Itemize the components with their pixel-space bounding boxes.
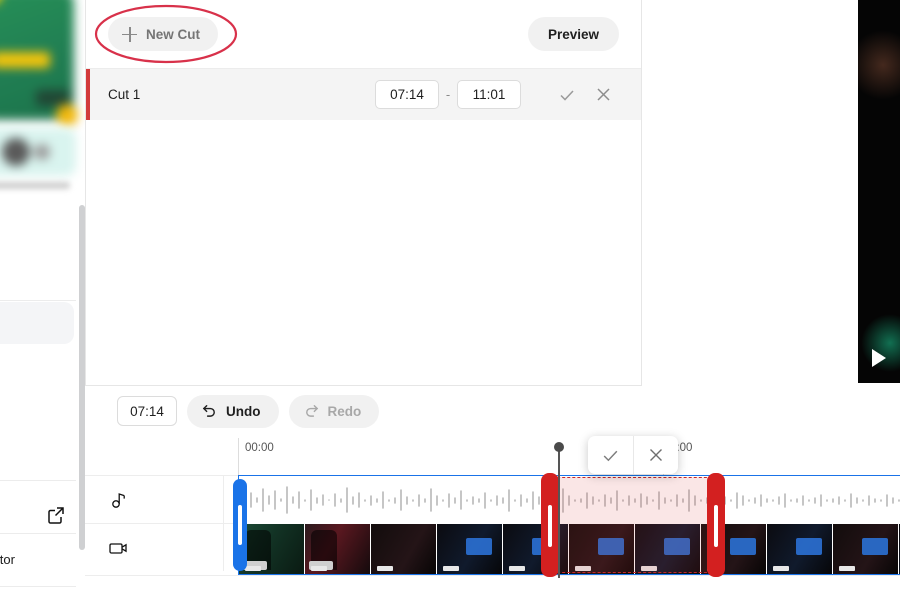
cut-end-time-input[interactable]: 11:01 bbox=[457, 80, 521, 109]
video-editor-screen: ector New Cut Preview Cut 1 07:14 - 11:0… bbox=[0, 0, 900, 600]
selection-handle-left[interactable] bbox=[541, 473, 559, 577]
redo-label: Redo bbox=[327, 403, 362, 419]
video-camera-icon bbox=[85, 538, 153, 558]
cut-name-label: Cut 1 bbox=[108, 87, 141, 102]
preview-button[interactable]: Preview bbox=[527, 17, 619, 51]
cut-list-panel: New Cut Preview Cut 1 07:14 - 11:01 bbox=[85, 0, 642, 386]
selection-handle-right[interactable] bbox=[707, 473, 725, 577]
background-panel-block bbox=[0, 302, 74, 344]
selection-cancel-button[interactable] bbox=[634, 436, 679, 474]
time-range-separator: - bbox=[445, 87, 451, 102]
video-preview-player[interactable] bbox=[858, 0, 900, 383]
cut-selection-region[interactable] bbox=[547, 477, 717, 573]
timeline-ruler[interactable]: 00:00 2:00 bbox=[85, 435, 900, 475]
new-cut-label: New Cut bbox=[146, 26, 200, 42]
selection-confirm-popup bbox=[588, 436, 678, 474]
redo-arrow-icon bbox=[303, 401, 320, 421]
new-cut-button[interactable]: New Cut bbox=[108, 17, 218, 51]
cut-confirm-button[interactable] bbox=[549, 80, 585, 110]
ruler-label-0: 00:00 bbox=[245, 442, 274, 454]
cut-row[interactable]: Cut 1 07:14 - 11:01 bbox=[86, 68, 641, 120]
background-clipped-label: ector bbox=[0, 552, 15, 567]
background-widget bbox=[0, 128, 76, 176]
playhead-marker[interactable] bbox=[554, 442, 564, 578]
background-thumbnail-card bbox=[0, 0, 78, 126]
cut-delete-button[interactable] bbox=[585, 80, 621, 110]
undo-label: Undo bbox=[226, 403, 261, 419]
timeline: 00:00 2:00 bbox=[85, 435, 900, 600]
music-note-icon bbox=[85, 490, 153, 510]
plus-icon bbox=[122, 26, 137, 42]
cut-list-empty-area bbox=[86, 120, 641, 385]
play-icon[interactable] bbox=[872, 349, 886, 367]
cut-panel-toolbar: New Cut Preview bbox=[86, 0, 641, 68]
clip-trim-handle-left[interactable] bbox=[233, 479, 247, 571]
editor-action-toolbar: 07:14 Undo Redo bbox=[85, 391, 642, 431]
redo-button[interactable]: Redo bbox=[288, 394, 380, 428]
selection-confirm-button[interactable] bbox=[588, 436, 633, 474]
undo-button[interactable]: Undo bbox=[187, 394, 279, 428]
background-text-line bbox=[0, 182, 70, 189]
current-time-display[interactable]: 07:14 bbox=[117, 396, 177, 426]
cut-start-time-input[interactable]: 07:14 bbox=[375, 80, 439, 109]
undo-arrow-icon bbox=[201, 401, 218, 421]
external-link-icon[interactable] bbox=[46, 505, 66, 525]
cut-accent-bar bbox=[86, 69, 90, 120]
